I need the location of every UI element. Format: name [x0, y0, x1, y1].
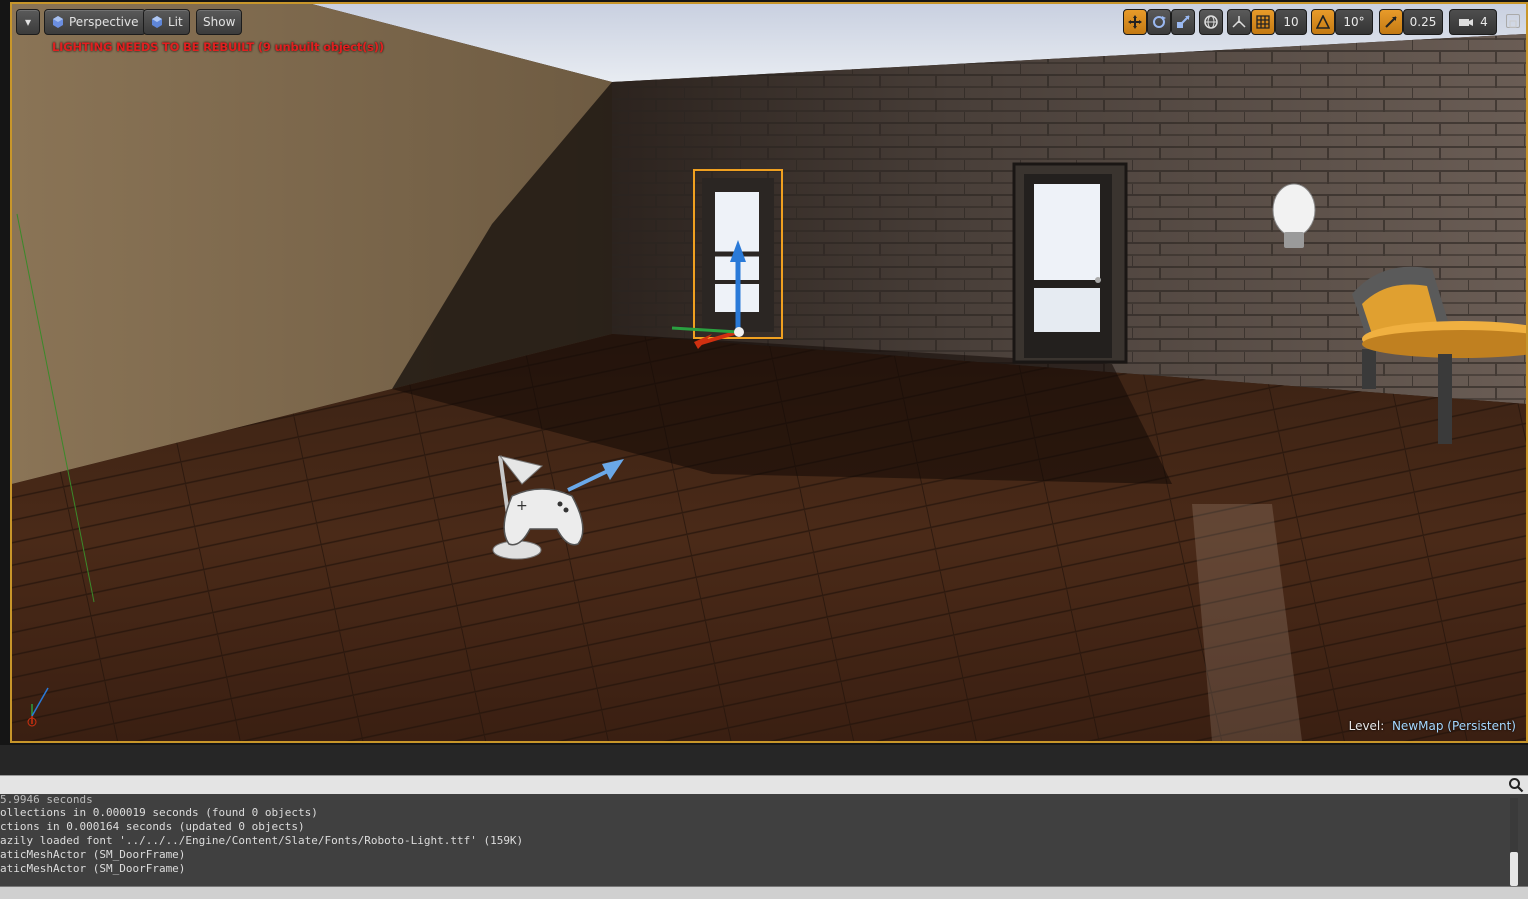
perspective-button[interactable]: Perspective	[44, 9, 146, 35]
translate-tool-button[interactable]	[1123, 9, 1147, 35]
log-line: ollections in 0.000019 seconds (found 0 …	[0, 806, 318, 819]
log-scrollbar-thumb[interactable]	[1510, 852, 1518, 886]
scale-snap-icon	[1385, 16, 1397, 28]
log-line: aticMeshActor (SM_DoorFrame)	[0, 848, 186, 861]
output-log-footer	[0, 886, 1528, 899]
lit-label: Lit	[168, 15, 183, 29]
lighting-rebuild-warning: LIGHTING NEEDS TO BE REBUILT (9 unbuilt …	[52, 40, 384, 54]
world-local-toggle[interactable]	[1199, 9, 1223, 35]
level-name: NewMap (Persistent)	[1391, 719, 1516, 733]
viewport-options-button[interactable]: ▾	[16, 9, 40, 35]
level-prefix: Level:	[1348, 719, 1385, 733]
camera-speed-icon	[1459, 19, 1474, 26]
log-line: 5.9946 seconds	[0, 794, 93, 806]
globe-icon	[1204, 15, 1218, 29]
rotate-icon	[1153, 16, 1166, 28]
maximize-icon	[1509, 20, 1517, 28]
log-line: aticMeshActor (SM_DoorFrame)	[0, 862, 186, 875]
viewport-scene[interactable]: +	[12, 4, 1526, 741]
maximize-viewport-button[interactable]	[1506, 14, 1520, 28]
surface-snap-icon	[1232, 16, 1246, 28]
camera-speed-button[interactable]: 4	[1449, 9, 1497, 35]
surface-snap-button[interactable]	[1227, 9, 1251, 35]
scale-snap-toggle[interactable]	[1379, 9, 1403, 35]
perspective-cube-icon	[53, 16, 63, 28]
scale-tool-button[interactable]	[1171, 9, 1195, 35]
lit-button[interactable]: Lit	[143, 9, 190, 35]
door-actor	[1012, 162, 1128, 364]
rotate-tool-button[interactable]	[1147, 9, 1171, 35]
rotation-snap-value[interactable]: 10°	[1335, 9, 1373, 35]
log-line: azily loaded font '../../../Engine/Conte…	[0, 834, 524, 847]
panel-divider	[0, 745, 1528, 775]
grid-snap-toggle[interactable]	[1251, 9, 1275, 35]
camera-speed-value: 4	[1480, 15, 1488, 29]
scale-icon	[1177, 15, 1190, 28]
perspective-label: Perspective	[69, 15, 139, 29]
scale-snap-value[interactable]: 0.25	[1403, 9, 1443, 35]
svg-text:+: +	[516, 498, 528, 514]
angle-icon	[1315, 14, 1331, 29]
log-line: ctions in 0.000164 seconds (updated 0 ob…	[0, 820, 305, 833]
level-viewport[interactable]: + ▾ Perspective Lit Show LIGHTING NEEDS …	[10, 2, 1528, 743]
current-level-label: Level: NewMap (Persistent)	[1349, 719, 1516, 733]
translate-icon	[1128, 15, 1142, 29]
grid-snap-value[interactable]: 10	[1275, 9, 1307, 35]
lit-sphere-icon	[152, 16, 162, 28]
show-label: Show	[203, 15, 236, 29]
output-log-header	[0, 775, 1528, 794]
chevron-down-icon: ▾	[24, 15, 32, 29]
output-log[interactable]: 5.9946 seconds ollections in 0.000019 se…	[0, 794, 1528, 886]
search-icon[interactable]	[1508, 777, 1524, 793]
rotation-snap-toggle[interactable]	[1311, 9, 1335, 35]
show-button[interactable]: Show	[196, 9, 243, 35]
grid-icon	[1256, 15, 1270, 29]
